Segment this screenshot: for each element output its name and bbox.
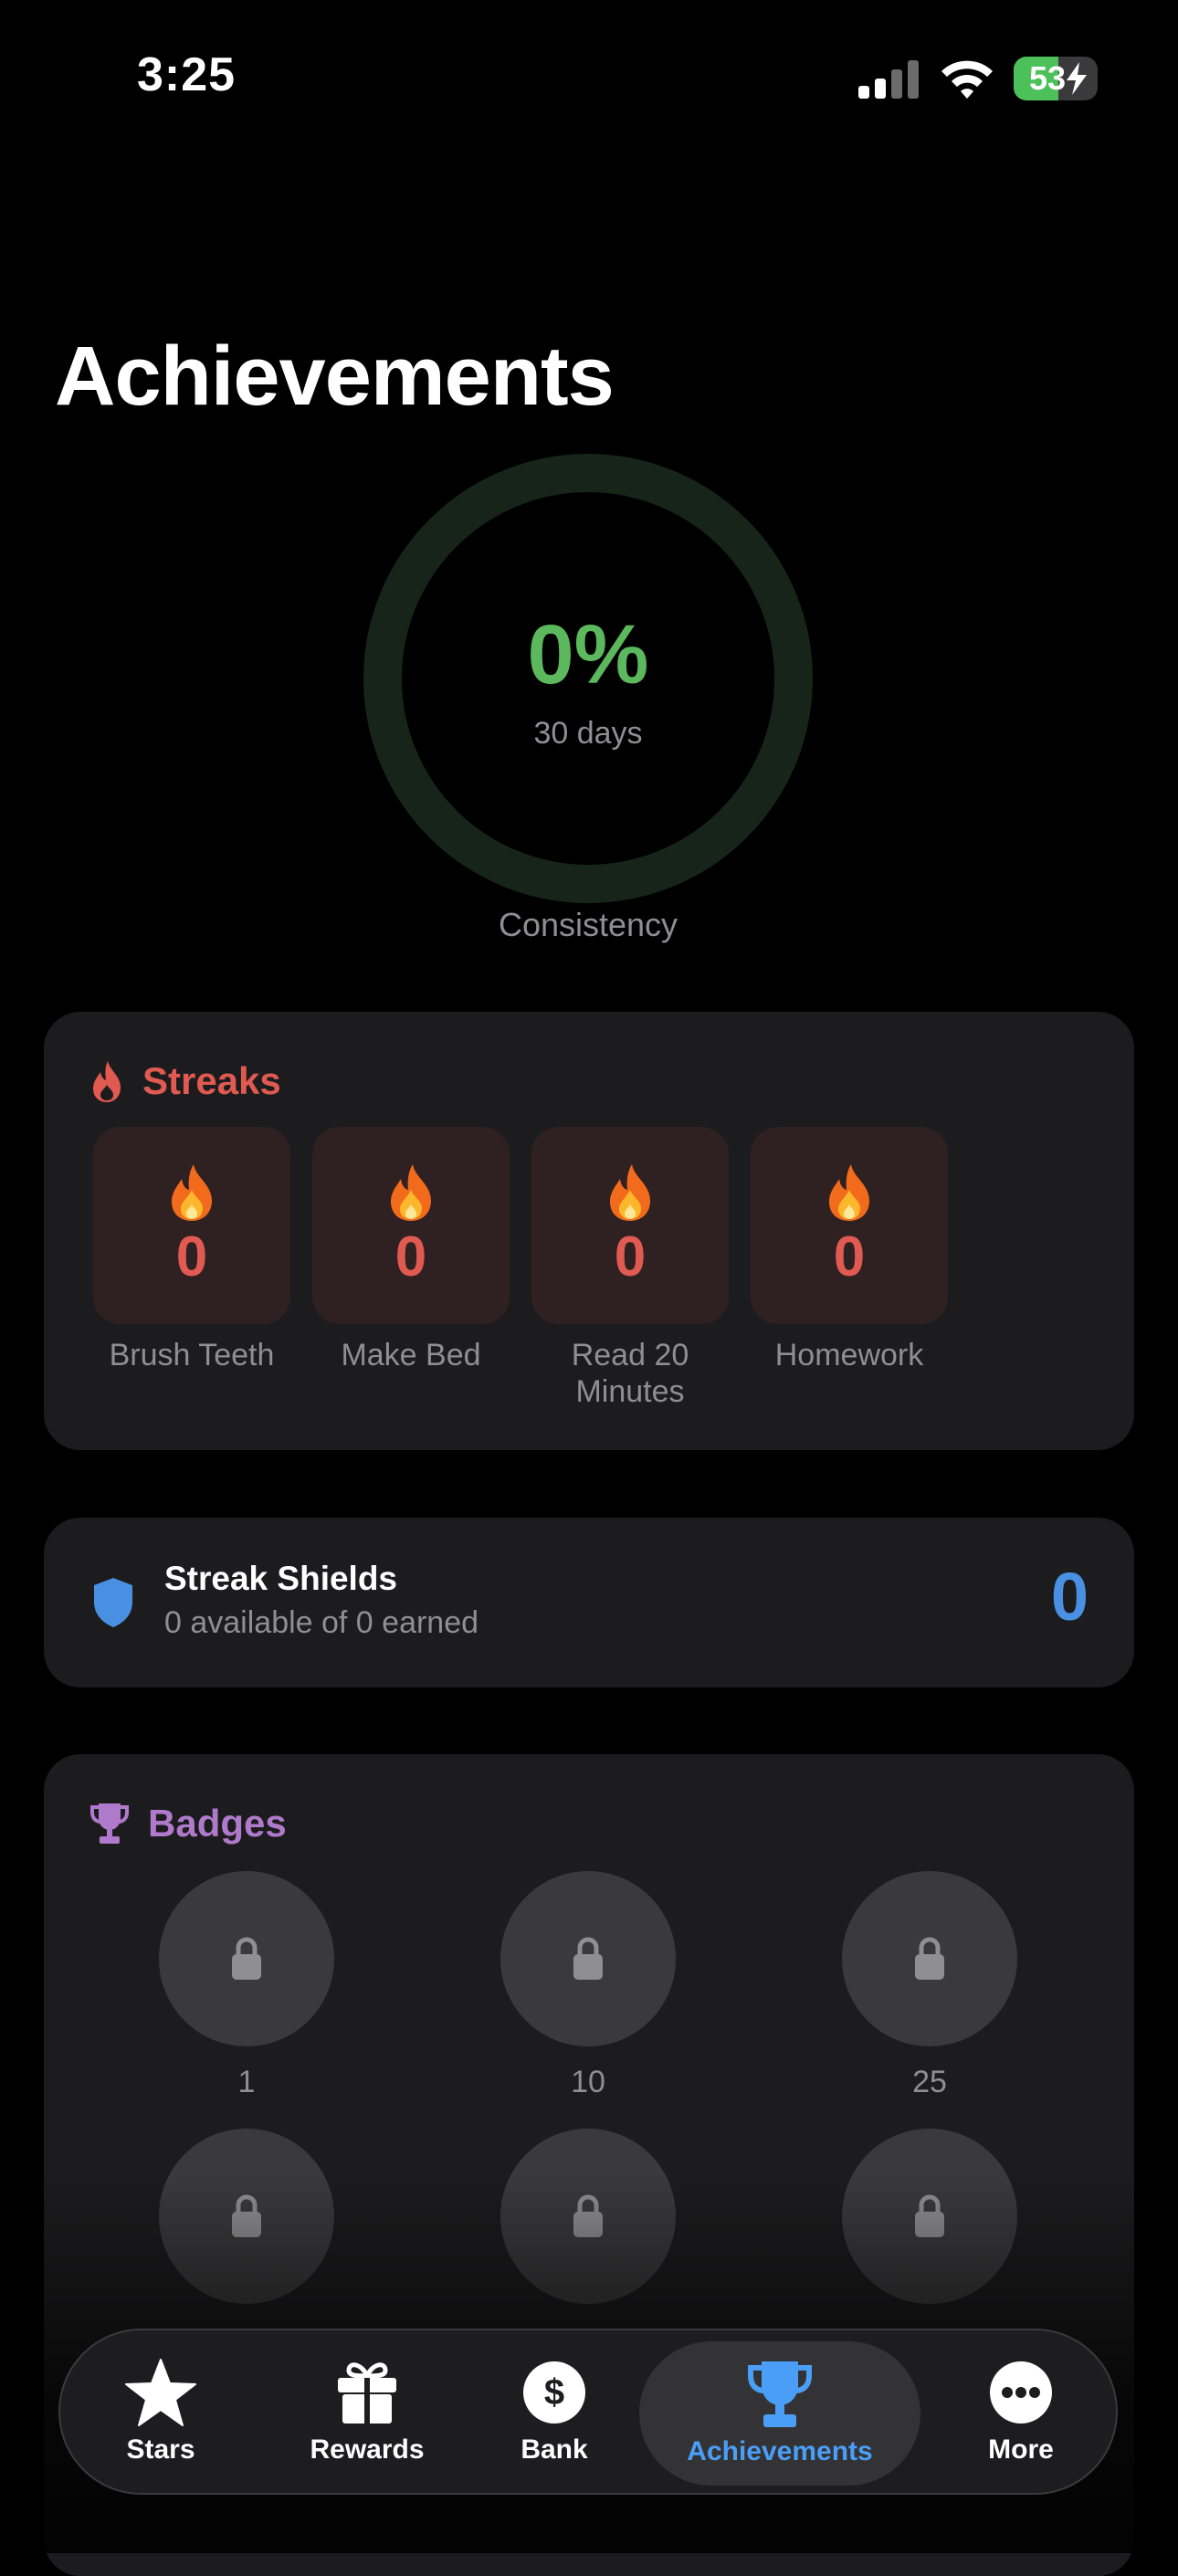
streak-label: Make Bed — [341, 1338, 481, 1372]
ellipsis-icon — [990, 2361, 1052, 2424]
tab-label: Stars — [126, 2434, 195, 2465]
lock-icon — [573, 1937, 603, 1980]
badge-label: 10 — [571, 2065, 605, 2099]
gift-icon — [338, 2362, 396, 2424]
svg-text:$: $ — [544, 2372, 564, 2413]
charging-bolt-icon — [1067, 62, 1087, 95]
badge-circle — [500, 1871, 676, 2046]
shield-icon — [94, 1578, 132, 1627]
streak-tile: 0 — [312, 1127, 510, 1324]
streak-item[interactable]: 0 Brush Teeth — [93, 1127, 290, 1410]
badge-label: 1 — [237, 2065, 256, 2099]
streak-list: 0 Brush Teeth 0 Make Bed 0 Read 20 Minut… — [93, 1127, 948, 1410]
battery-icon: 53 — [1014, 57, 1098, 100]
consistency-caption: Consistency — [498, 906, 678, 943]
lock-icon — [232, 1937, 261, 1980]
badge-circle — [159, 1871, 334, 2046]
cellular-signal-icon — [858, 60, 922, 99]
streak-count: 0 — [833, 1225, 866, 1288]
tab-more[interactable]: More — [957, 2330, 1085, 2493]
badge-label: 25 — [912, 2065, 947, 2099]
consistency-period: 30 days — [533, 716, 643, 751]
streak-count: 0 — [614, 1225, 647, 1288]
fire-emoji-icon — [829, 1163, 869, 1221]
wifi-icon — [941, 60, 993, 99]
star-icon — [125, 2359, 196, 2426]
page-title: Achievements — [55, 330, 615, 423]
dollar-icon: $ — [523, 2361, 585, 2424]
tab-achievements[interactable]: Achievements — [639, 2341, 920, 2486]
tab-stars[interactable]: Stars — [97, 2330, 225, 2493]
streaks-header: Streaks — [89, 1059, 281, 1103]
status-time: 3:25 — [137, 48, 237, 101]
streak-label: Brush Teeth — [109, 1338, 275, 1372]
streak-label: Homework — [774, 1338, 924, 1372]
fire-emoji-icon — [610, 1163, 650, 1221]
shields-subtitle: 0 available of 0 earned — [164, 1605, 479, 1640]
trophy-icon — [748, 2361, 812, 2427]
tab-rewards[interactable]: Rewards — [294, 2330, 440, 2493]
shields-title: Streak Shields — [164, 1560, 398, 1597]
badges-header: Badges — [89, 1802, 287, 1845]
streak-item[interactable]: 0 Read 20 Minutes — [531, 1127, 729, 1410]
fire-emoji-icon — [172, 1163, 212, 1221]
shields-count: 0 — [1050, 1559, 1089, 1635]
badge-item[interactable]: 1 — [159, 1871, 334, 2101]
tab-label: Achievements — [687, 2436, 873, 2466]
tab-label: Bank — [521, 2434, 588, 2465]
streak-count: 0 — [394, 1225, 427, 1288]
consistency-percent: 0% — [527, 608, 649, 701]
streak-tile: 0 — [751, 1127, 948, 1324]
lock-icon — [915, 1937, 944, 1980]
tab-label: More — [988, 2434, 1054, 2465]
trophy-icon — [90, 1803, 129, 1844]
streak-label: Read 20 Minutes — [571, 1338, 689, 1409]
tab-label: Rewards — [310, 2434, 425, 2465]
badge-circle — [842, 1871, 1017, 2046]
streak-tile: 0 — [531, 1127, 729, 1324]
streak-tile: 0 — [93, 1127, 290, 1324]
badges-title: Badges — [148, 1802, 287, 1845]
badge-item[interactable]: 10 — [500, 1871, 676, 2101]
fire-emoji-icon — [391, 1163, 431, 1221]
tab-bar: Stars Rewards $ Bank Achievements More — [58, 2329, 1118, 2495]
streak-item[interactable]: 0 Homework — [751, 1127, 948, 1410]
badge-item[interactable]: 25 — [842, 1871, 1017, 2101]
streaks-card: Streaks 0 Brush Teeth 0 Make Bed 0 Read … — [44, 1012, 1134, 1450]
streaks-title: Streaks — [142, 1059, 281, 1102]
flame-icon — [93, 1061, 121, 1102]
tab-bank[interactable]: $ Bank — [495, 2330, 614, 2493]
streak-count: 0 — [175, 1225, 208, 1288]
streak-item[interactable]: 0 Make Bed — [312, 1127, 510, 1410]
streak-shields-card[interactable]: Streak Shields 0 available of 0 earned 0 — [44, 1518, 1134, 1688]
